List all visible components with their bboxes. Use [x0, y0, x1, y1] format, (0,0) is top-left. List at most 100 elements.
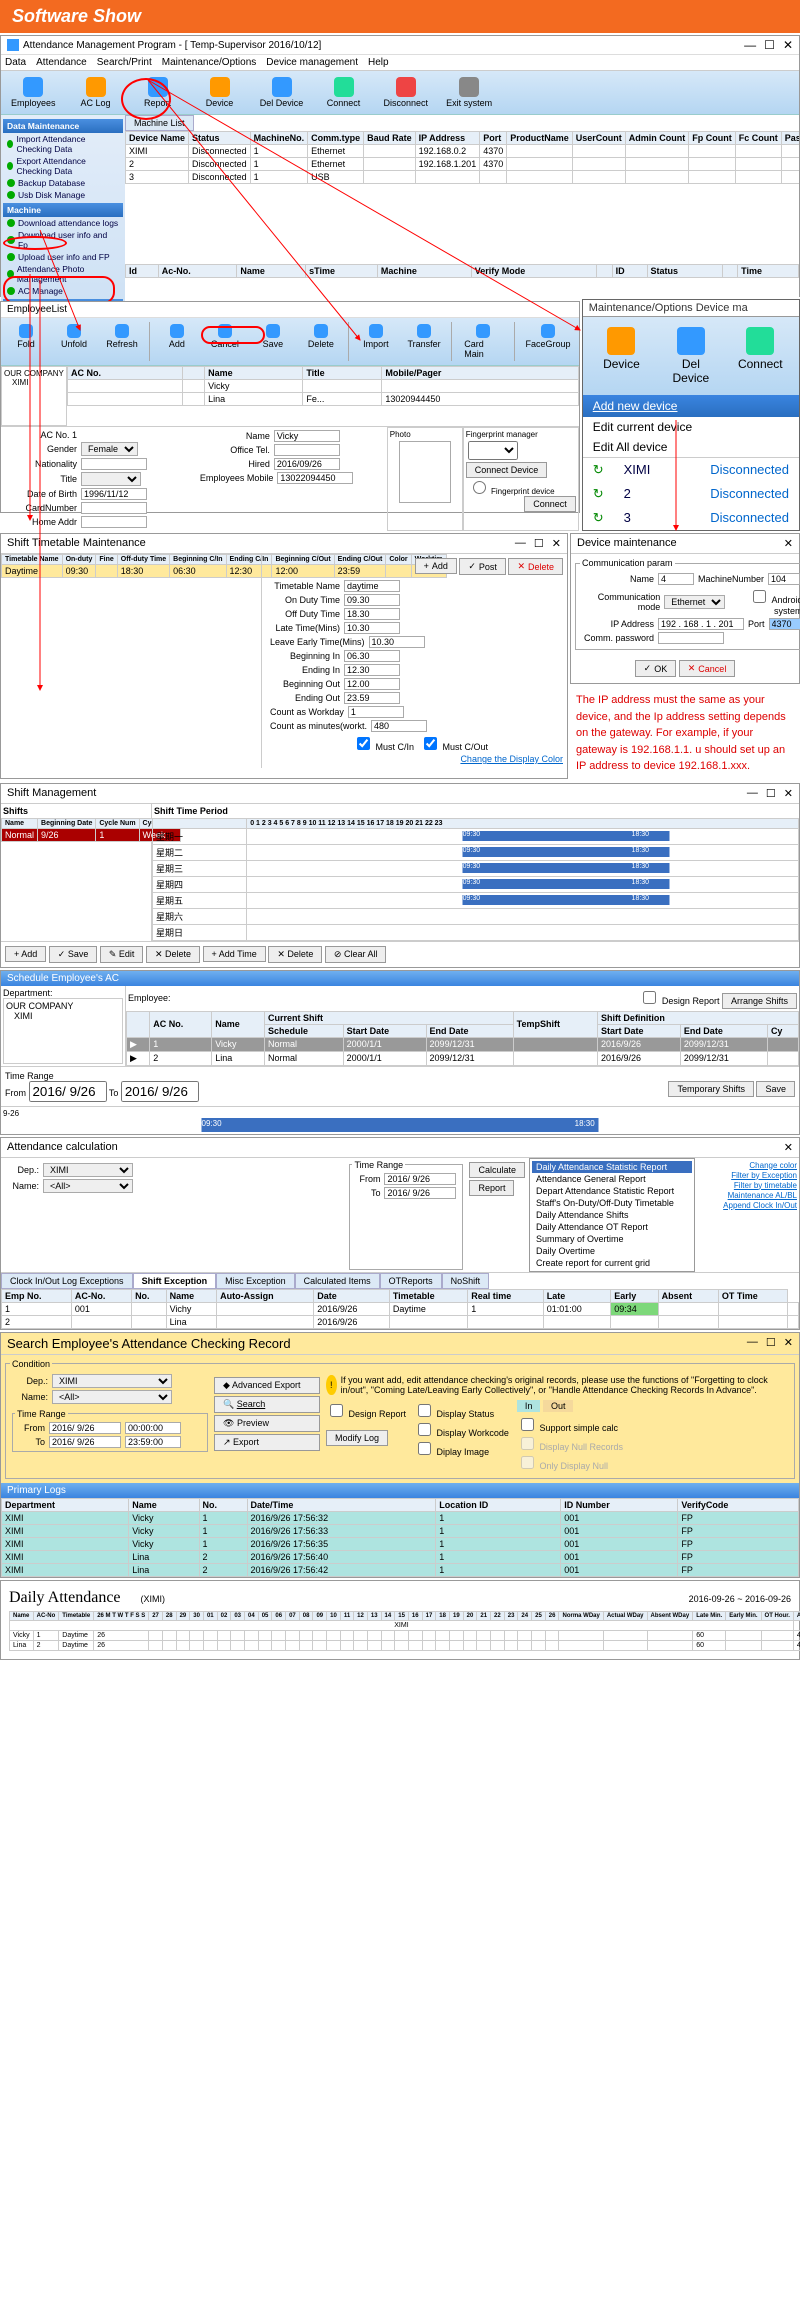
close-icon[interactable]: ✕	[784, 1336, 793, 1351]
menu-Maintenance/Options[interactable]: Maintenance/Options	[162, 57, 257, 68]
table-row[interactable]: ▶2LinaNormal2000/1/12099/12/312016/9/262…	[127, 1051, 799, 1065]
inp-tel[interactable]	[274, 444, 340, 456]
btn-Add Time[interactable]: + Add Time	[203, 946, 266, 962]
zbtn-Del Device[interactable]: Del Device	[656, 321, 725, 391]
tbtn-AC Log[interactable]: AC Log	[68, 75, 124, 110]
inp-to[interactable]	[121, 1081, 199, 1102]
sel-s-dep[interactable]: XIMI	[52, 1374, 172, 1388]
max-icon[interactable]: ☐	[766, 787, 776, 800]
table-row[interactable]: 1001Vichy2016/9/26Daytime101:01:0009:34	[2, 1302, 799, 1315]
sidelink[interactable]: Filter by Exception	[731, 1171, 797, 1180]
tbtn-Del Device[interactable]: Del Device	[254, 75, 310, 110]
table-row[interactable]: Vicky	[68, 380, 579, 393]
sideitem[interactable]: Export Attendance Checking Data	[3, 155, 123, 177]
close-icon[interactable]: ✕	[552, 537, 561, 550]
sideitem[interactable]: Backup Database	[3, 177, 123, 189]
inp-beginin[interactable]	[344, 650, 400, 662]
sel-title[interactable]	[81, 472, 141, 486]
menu-Data[interactable]: Data	[5, 57, 26, 68]
tbtn-Disconnect[interactable]: Disconnect	[378, 75, 435, 110]
min-icon[interactable]: —	[515, 537, 526, 550]
inp-from[interactable]	[29, 1081, 107, 1102]
zoom-row[interactable]: ↻3Disconnected	[583, 506, 799, 530]
btn-cancel[interactable]: ✕ Cancel	[679, 660, 736, 677]
menu-Help[interactable]: Help	[368, 57, 389, 68]
inp-ttname[interactable]	[344, 580, 400, 592]
sideitem[interactable]: Download attendance logs	[3, 217, 123, 229]
table-row[interactable]: LinaFe...13020944450	[68, 393, 579, 406]
btn-search[interactable]: 🔍 Search	[214, 1396, 320, 1413]
sel-fp[interactable]	[468, 441, 518, 460]
sel-s-name[interactable]: <All>	[52, 1390, 172, 1404]
tbtn-Delete[interactable]: Delete	[300, 322, 342, 361]
tbtn-Refresh[interactable]: Refresh	[101, 322, 143, 361]
inp-s-fromt[interactable]	[125, 1422, 181, 1434]
tab-0[interactable]: Clock In/Out Log Exceptions	[1, 1273, 133, 1289]
max-icon[interactable]: ☐	[534, 537, 544, 550]
inp-port[interactable]	[769, 618, 800, 630]
sel-gender[interactable]: Female	[81, 442, 138, 456]
tab-2[interactable]: Misc Exception	[216, 1273, 295, 1289]
inp-endin[interactable]	[344, 664, 400, 676]
min-icon[interactable]: —	[747, 1336, 758, 1351]
btn-Delete[interactable]: ✕ Delete	[146, 946, 200, 963]
btn-calculate[interactable]: Calculate	[469, 1162, 525, 1178]
table-row[interactable]: 3Disconnected1USB	[126, 171, 800, 184]
sideitem[interactable]: Upload user info and FP	[3, 251, 123, 263]
report-item[interactable]: Depart Attendance Statistic Report	[532, 1185, 692, 1197]
inp-addr[interactable]	[81, 516, 147, 528]
menu-Attendance[interactable]: Attendance	[36, 57, 87, 68]
sideitem[interactable]: Import Attendance Checking Data	[3, 133, 123, 155]
btn-Edit[interactable]: ✎ Edit	[100, 946, 144, 963]
inp-calc-to[interactable]	[384, 1187, 456, 1199]
tbtn-Add[interactable]: Add	[156, 322, 198, 361]
inp-machno[interactable]	[768, 573, 800, 585]
report-item[interactable]: Daily Attendance Shifts	[532, 1209, 692, 1221]
inp-offduty[interactable]	[344, 608, 400, 620]
btn-delete[interactable]: ✕ Delete	[508, 558, 563, 575]
inp-s-from[interactable]	[49, 1422, 121, 1434]
table-row[interactable]: XIMILina22016/9/26 17:56:421001FP	[2, 1563, 799, 1576]
menu-Device management[interactable]: Device management	[266, 57, 358, 68]
inp-hired[interactable]	[274, 458, 340, 470]
btn-connect[interactable]: Connect	[524, 496, 576, 512]
chk[interactable]	[521, 1437, 534, 1450]
btn-ok[interactable]: ✓ OK	[635, 660, 677, 677]
menu-add-device[interactable]: Add new device	[583, 395, 799, 417]
tab-4[interactable]: OTReports	[380, 1273, 442, 1289]
tbtn-Fold[interactable]: Fold	[5, 322, 47, 361]
table-row[interactable]: XIMIVicky12016/9/26 17:56:321001FP	[2, 1511, 799, 1524]
max-icon[interactable]: ☐	[766, 1336, 776, 1351]
sidelink[interactable]: Change color	[749, 1161, 797, 1170]
table-row[interactable]: XIMIVicky12016/9/26 17:56:331001FP	[2, 1524, 799, 1537]
chk[interactable]	[418, 1423, 431, 1436]
inp-countwd[interactable]	[348, 706, 404, 718]
sidelink[interactable]: Filter by timetable	[734, 1181, 797, 1190]
tbtn-Transfer[interactable]: Transfer	[403, 322, 446, 361]
min-icon[interactable]: —	[747, 787, 758, 800]
table-row[interactable]: ▶1VickyNormal2000/1/12099/12/312016/9/26…	[127, 1037, 799, 1051]
table-row[interactable]: 2Lina2016/9/26	[2, 1315, 799, 1328]
sidelink[interactable]: Maintenance AL/BL	[728, 1191, 797, 1200]
table-row[interactable]: XIMIDisconnected1Ethernet192.168.0.24370	[126, 145, 800, 158]
btn-Delete[interactable]: ✕ Delete	[268, 946, 322, 963]
rad-fpdev[interactable]	[473, 481, 486, 494]
report-item[interactable]: Attendance General Report	[532, 1173, 692, 1185]
chk-design[interactable]	[643, 991, 656, 1004]
sideitem[interactable]: Usb Disk Manage	[3, 189, 123, 201]
btn-Clear All[interactable]: ⊘ Clear All	[325, 946, 387, 963]
tbtn-Connect[interactable]: Connect	[316, 75, 372, 110]
table-row[interactable]: XIMIVicky12016/9/26 17:56:351001FP	[2, 1537, 799, 1550]
max-icon[interactable]: ☐	[764, 38, 775, 52]
tbtn-Import[interactable]: Import	[355, 322, 397, 361]
sidelink[interactable]: Append Clock In/Out	[723, 1201, 797, 1210]
inp-beginout[interactable]	[344, 678, 400, 690]
tab-1[interactable]: Shift Exception	[133, 1273, 217, 1289]
tbtn-Device[interactable]: Device	[192, 75, 248, 110]
btn-modify[interactable]: Modify Log	[326, 1430, 388, 1446]
close-icon[interactable]: ✕	[784, 537, 793, 550]
btn-connect-device[interactable]: Connect Device	[466, 462, 548, 478]
report-item[interactable]: Daily Attendance OT Report	[532, 1221, 692, 1233]
inp-calc-from[interactable]	[384, 1173, 456, 1185]
inp-nat[interactable]	[81, 458, 147, 470]
